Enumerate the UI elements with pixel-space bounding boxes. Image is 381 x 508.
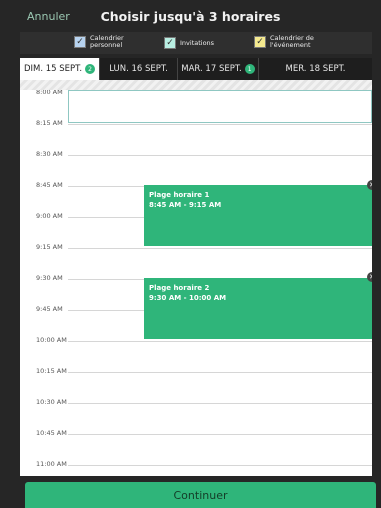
legend-label: l'événement [270, 41, 311, 49]
time-label: 9:00 AM [36, 212, 63, 220]
selection-count-badge: 1 [244, 64, 255, 74]
time-label: 9:30 AM [36, 274, 63, 282]
legend-personal-calendar[interactable]: ✓ Calendrier personnel [74, 35, 124, 49]
event-title: Plage horaire 2 [149, 284, 210, 292]
time-label: 8:30 AM [36, 150, 63, 158]
tab-tue-17[interactable]: MAR. 17 SEPT. 1 [178, 58, 259, 80]
grid-line [68, 341, 372, 342]
grid-line [68, 248, 372, 249]
time-label: 9:15 AM [36, 243, 63, 251]
remove-slot-2-button[interactable]: ✕ [367, 272, 372, 282]
checkbox-event-calendar[interactable]: ✓ [254, 36, 266, 48]
grid-line [68, 403, 372, 404]
time-label: 8:15 AM [36, 119, 63, 127]
continue-button[interactable]: Continuer [25, 482, 376, 508]
checkbox-personal-calendar[interactable]: ✓ [74, 36, 86, 48]
event-time: 9:30 AM - 10:00 AM [149, 294, 227, 302]
legend-label: Invitations [180, 38, 215, 47]
time-slot-1[interactable]: Plage horaire 1 8:45 AM - 9:15 AM [144, 185, 372, 246]
time-label: 9:45 AM [36, 305, 63, 313]
time-label: 11:00 AM [36, 460, 67, 468]
selection-count-badge: 2 [85, 64, 96, 74]
tab-label: LUN. 16 SEPT. [109, 64, 168, 74]
time-label: 8:45 AM [36, 181, 63, 189]
tab-label: MER. 18 SEPT. [285, 64, 346, 74]
tab-wed-18[interactable]: MER. 18 SEPT. [259, 58, 372, 80]
remove-slot-1-button[interactable]: ✕ [367, 180, 372, 190]
tab-mon-16[interactable]: LUN. 16 SEPT. [100, 58, 178, 80]
tab-sun-15[interactable]: DIM. 15 SEPT. 2 [20, 58, 100, 80]
legend-event-calendar[interactable]: ✓ Calendrier de l'événement [254, 35, 314, 49]
time-label: 10:00 AM [36, 336, 67, 344]
tab-label: MAR. 17 SEPT. [181, 64, 242, 74]
calendar-legend: ✓ Calendrier personnel ✓ Invitations ✓ C… [20, 32, 372, 54]
legend-label: personnel [90, 41, 123, 49]
unavailable-stripe [20, 80, 372, 90]
time-label: 10:45 AM [36, 429, 67, 437]
tab-label: DIM. 15 SEPT. [23, 64, 83, 74]
page-title: Choisir jusqu'à 3 horaires [100, 9, 281, 24]
day-tabs: DIM. 15 SEPT. 2 LUN. 16 SEPT. MAR. 17 SE… [20, 58, 372, 80]
grid-line [68, 155, 372, 156]
calendar-timeline[interactable]: 8:00 AM 8:15 AM 8:30 AM 8:45 AM 9:00 AM 9:15 … [20, 90, 372, 476]
time-label: 8:00 AM [36, 90, 63, 96]
checkbox-invitations[interactable]: ✓ [164, 37, 176, 49]
time-slot-2[interactable]: Plage horaire 2 9:30 AM - 10:00 AM [144, 278, 372, 339]
time-slot-highlight[interactable] [68, 90, 372, 123]
time-label: 10:15 AM [36, 367, 67, 375]
event-title: Plage horaire 1 [149, 191, 210, 199]
grid-line [68, 124, 372, 125]
grid-line [68, 434, 372, 435]
time-label: 10:30 AM [36, 398, 67, 406]
grid-line [68, 372, 372, 373]
top-bar: Annuler Choisir jusqu'à 3 horaires [0, 0, 381, 32]
legend-invitations[interactable]: ✓ Invitations [164, 37, 214, 49]
grid-line [68, 465, 372, 466]
event-time: 8:45 AM - 9:15 AM [149, 201, 222, 209]
